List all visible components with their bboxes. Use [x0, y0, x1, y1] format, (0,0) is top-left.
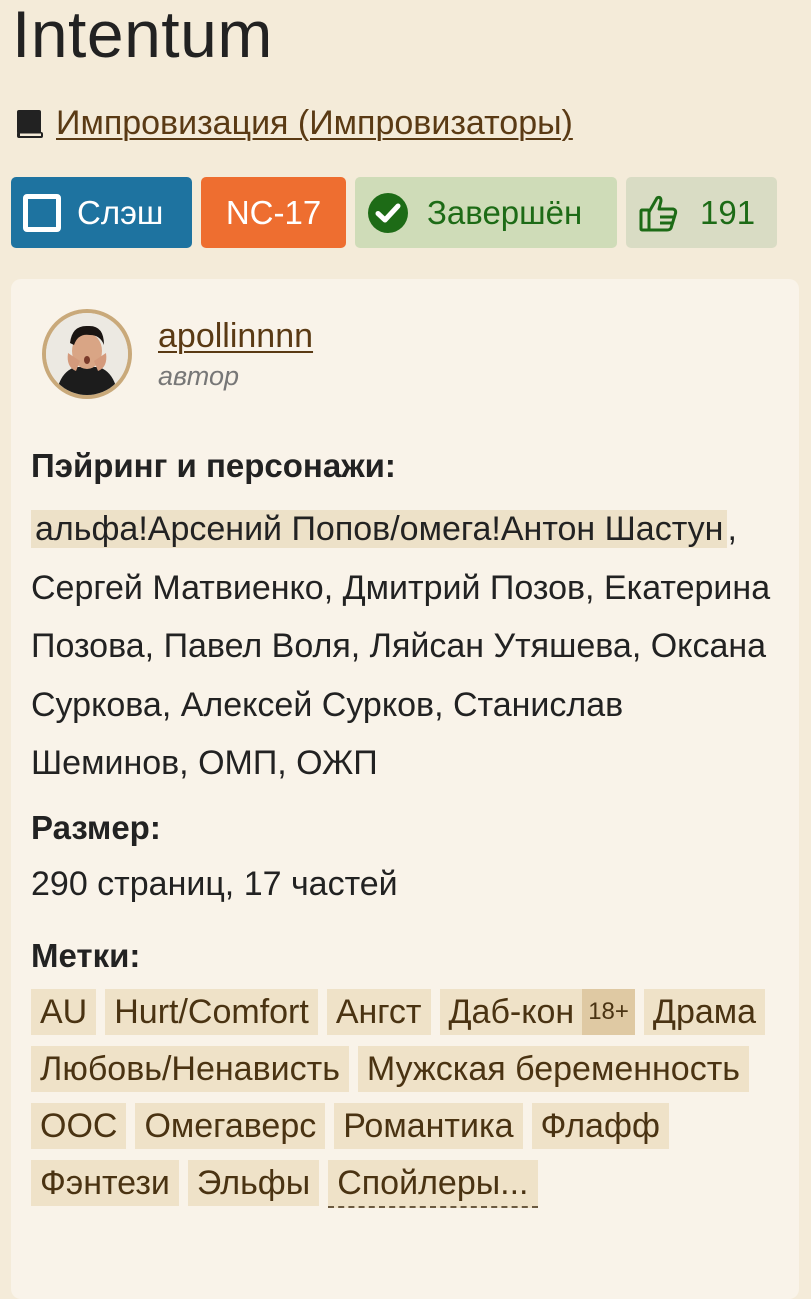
thumbs-up-icon — [639, 195, 678, 231]
direction-badge[interactable]: Слэш — [11, 177, 192, 248]
likes-count: 191 — [700, 193, 756, 231]
tag-text: Hurt/Comfort — [114, 993, 309, 1031]
other-characters: , Сергей Матвиенко, Дмитрий Позов, Екате… — [31, 510, 771, 782]
tags-label: Метки: — [31, 937, 141, 974]
author-name-link[interactable]: apollinnnn — [158, 317, 313, 356]
tag-text: AU — [40, 993, 88, 1031]
author-avatar[interactable] — [42, 309, 132, 399]
tag-text: Фэнтези — [40, 1164, 170, 1202]
pairing-label: Пэйринг и персонажи: — [31, 447, 396, 484]
tag-text: Драма — [652, 993, 757, 1031]
tag[interactable]: ООС — [31, 1103, 127, 1149]
tag-text: Даб-кон — [448, 993, 575, 1031]
tag[interactable]: Мужская беременность — [357, 1046, 749, 1092]
tag[interactable]: Драма — [643, 989, 766, 1035]
book-icon — [17, 109, 43, 138]
tag-text: ООС — [40, 1107, 118, 1145]
spoilers-toggle[interactable]: Спойлеры... — [328, 1160, 538, 1208]
slash-direction-icon — [23, 193, 61, 232]
status-badge[interactable]: Завершён — [355, 177, 617, 248]
fandom-link[interactable]: Импровизация (Импровизаторы) — [56, 104, 573, 143]
tag[interactable]: Романтика — [334, 1103, 523, 1149]
tag[interactable]: AU — [31, 989, 97, 1035]
tag[interactable]: Ангст — [326, 989, 431, 1035]
tag-text: Мужская беременность — [366, 1050, 740, 1088]
tag-text: Любовь/Ненависть — [40, 1050, 340, 1088]
tag[interactable]: Эльфы — [187, 1160, 320, 1206]
tag[interactable]: Hurt/Comfort — [105, 989, 318, 1035]
status-label: Завершён — [427, 193, 583, 231]
tag-text: Романтика — [343, 1107, 514, 1145]
tag[interactable]: Омегаверс — [135, 1103, 326, 1149]
tag[interactable]: Флафф — [531, 1103, 669, 1149]
pairing-value: альфа!Арсений Попов/омега!Антон Шастун, … — [31, 500, 781, 793]
size-value: 290 страниц, 17 частей — [31, 865, 398, 903]
badges-row: Слэш NC-17 Завершён 191 — [11, 177, 777, 248]
fandom-row: Импровизация (Импровизаторы) — [14, 104, 573, 143]
tag[interactable]: Даб-кон 18+ — [439, 989, 635, 1035]
tag-text: Эльфы — [196, 1164, 311, 1202]
tag[interactable]: Фэнтези — [31, 1160, 179, 1206]
rating-label: NC-17 — [225, 193, 322, 231]
fanfic-title: Intentum — [12, 0, 273, 71]
main-pairing-link[interactable]: альфа!Арсений Попов/омега!Антон Шастун — [31, 510, 728, 548]
tag-text: Омегаверс — [144, 1107, 317, 1145]
tag-text: Ангст — [335, 993, 422, 1031]
rating-badge[interactable]: NC-17 — [201, 177, 346, 248]
avatar-photo — [46, 313, 128, 395]
direction-label: Слэш — [77, 193, 164, 231]
size-label: Размер: — [31, 809, 161, 846]
check-circle-icon — [368, 192, 408, 233]
tag-text: Флафф — [540, 1107, 660, 1145]
age-badge: 18+ — [582, 989, 635, 1035]
fanfic-info-card: apollinnnn автор Пэйринг и персонажи: ал… — [11, 279, 799, 1299]
likes-badge[interactable]: 191 — [626, 177, 777, 248]
tag[interactable]: Любовь/Ненависть — [31, 1046, 349, 1092]
tags-list: AU Hurt/Comfort Ангст Даб-кон 18+ Драма Л… — [31, 989, 791, 1208]
author-role: автор — [158, 361, 240, 391]
